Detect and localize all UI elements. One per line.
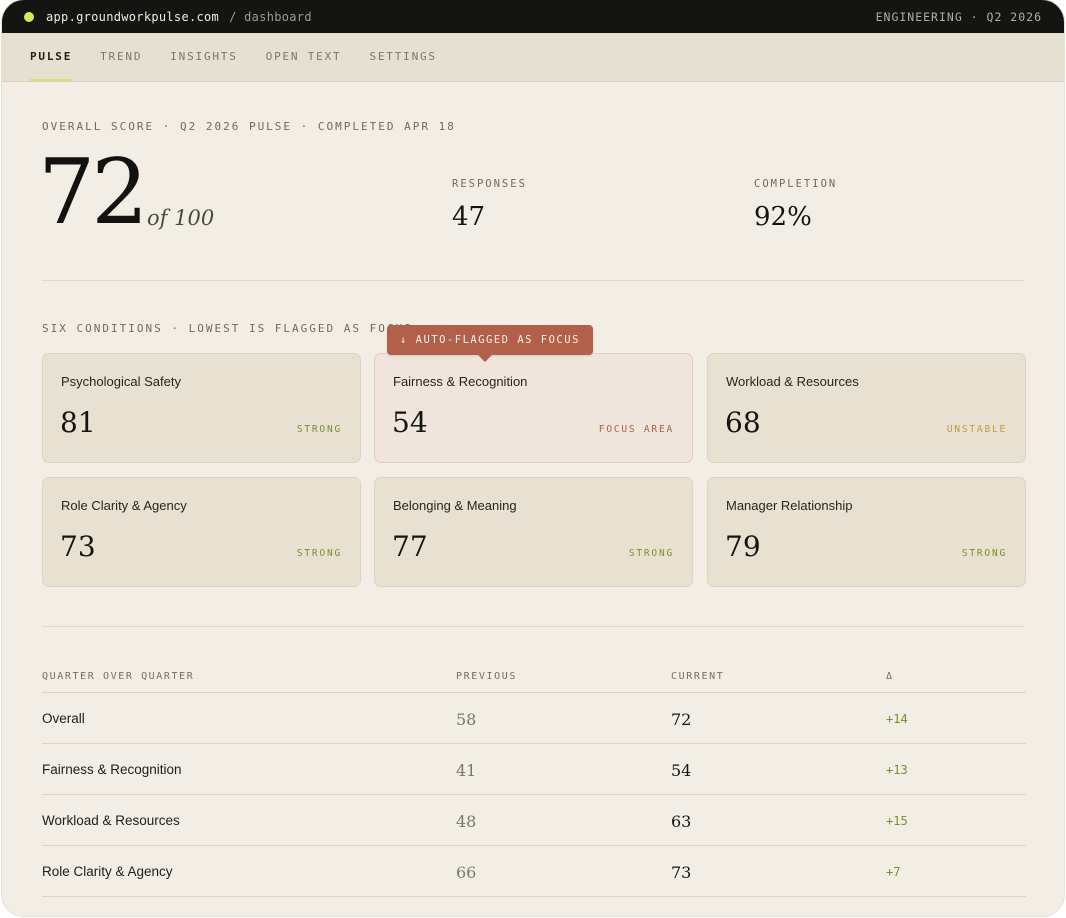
condition-score: 79 bbox=[725, 530, 761, 563]
section-divider bbox=[42, 626, 1024, 627]
completion-label: COMPLETION bbox=[754, 178, 838, 190]
row-current: 63 bbox=[671, 812, 692, 831]
row-delta: +13 bbox=[886, 763, 908, 777]
row-current: 73 bbox=[671, 863, 692, 882]
tab-settings[interactable]: SETTINGS bbox=[369, 50, 436, 81]
table-row: Overall 58 72 +14 bbox=[42, 693, 1026, 744]
conditions-label: SIX CONDITIONS · LOWEST IS FLAGGED AS FO… bbox=[42, 322, 413, 335]
overall-score: 72 bbox=[38, 140, 149, 245]
url-text[interactable]: app.groundworkpulse.com bbox=[46, 10, 219, 24]
condition-name: Psychological Safety bbox=[61, 374, 181, 389]
table-header: QUARTER OVER QUARTER PREVIOUS CURRENT Δ bbox=[42, 660, 1026, 693]
quarter-over-quarter-table: QUARTER OVER QUARTER PREVIOUS CURRENT Δ … bbox=[42, 660, 1026, 897]
row-label: Role Clarity & Agency bbox=[42, 864, 173, 879]
status-badge: FOCUS AREA bbox=[598, 424, 674, 435]
condition-score: 81 bbox=[60, 406, 96, 439]
table-row: Role Clarity & Agency 66 73 +7 bbox=[42, 846, 1026, 897]
overall-score-label: OVERALL SCORE · Q2 2026 PULSE · COMPLETE… bbox=[42, 120, 456, 133]
breadcrumb: / dashboard bbox=[229, 9, 312, 24]
table-row: Fairness & Recognition 41 54 +13 bbox=[42, 744, 1026, 795]
row-previous: 41 bbox=[456, 761, 477, 780]
status-badge: STRONG bbox=[296, 548, 342, 559]
condition-score: 68 bbox=[725, 406, 761, 439]
row-current: 54 bbox=[671, 761, 692, 780]
condition-score: 54 bbox=[392, 406, 428, 439]
condition-score: 73 bbox=[60, 530, 96, 563]
condition-score: 77 bbox=[392, 530, 428, 563]
condition-card-role-clarity-agency[interactable]: Role Clarity & Agency 73 STRONG bbox=[42, 477, 361, 587]
row-delta: +15 bbox=[886, 814, 908, 828]
column-header-delta: Δ bbox=[886, 671, 894, 682]
row-previous: 66 bbox=[456, 863, 477, 882]
status-badge: STRONG bbox=[296, 424, 342, 435]
row-delta: +7 bbox=[886, 865, 901, 879]
responses-label: RESPONSES bbox=[452, 178, 527, 190]
tab-open-text[interactable]: OPEN TEXT bbox=[266, 50, 342, 81]
row-delta: +14 bbox=[886, 712, 908, 726]
status-badge: STRONG bbox=[628, 548, 674, 559]
condition-card-fairness-recognition[interactable]: Fairness & Recognition 54 FOCUS AREA bbox=[374, 353, 693, 463]
row-current: 72 bbox=[671, 710, 692, 729]
status-dot-icon bbox=[24, 11, 34, 22]
condition-name: Manager Relationship bbox=[726, 498, 853, 513]
title-bar: app.groundworkpulse.com / dashboard ENGI… bbox=[2, 0, 1064, 33]
condition-name: Fairness & Recognition bbox=[393, 374, 528, 389]
app-window: app.groundworkpulse.com / dashboard ENGI… bbox=[2, 0, 1064, 916]
column-header-current: CURRENT bbox=[671, 671, 725, 682]
condition-card-belonging-meaning[interactable]: Belonging & Meaning 77 STRONG bbox=[374, 477, 693, 587]
tab-trend[interactable]: TREND bbox=[100, 50, 142, 81]
condition-name: Role Clarity & Agency bbox=[61, 498, 187, 513]
tab-pulse[interactable]: PULSE bbox=[30, 50, 73, 81]
condition-name: Belonging & Meaning bbox=[393, 498, 517, 513]
completion-value: 92% bbox=[754, 202, 812, 232]
table-row: Workload & Resources 48 63 +15 bbox=[42, 795, 1026, 846]
column-header-quarter: QUARTER OVER QUARTER bbox=[42, 671, 195, 682]
row-previous: 58 bbox=[456, 710, 477, 729]
status-badge: STRONG bbox=[961, 548, 1007, 559]
tab-insights[interactable]: INSIGHTS bbox=[170, 50, 237, 81]
team-quarter-label: ENGINEERING · Q2 2026 bbox=[875, 9, 1042, 24]
condition-card-workload-resources[interactable]: Workload & Resources 68 UNSTABLE bbox=[707, 353, 1026, 463]
auto-flagged-focus-tooltip: ↓ AUTO-FLAGGED AS FOCUS bbox=[387, 325, 593, 362]
row-label: Workload & Resources bbox=[42, 813, 180, 828]
overall-score-suffix: of 100 bbox=[147, 206, 215, 230]
condition-name: Workload & Resources bbox=[726, 374, 859, 389]
condition-card-manager-relationship[interactable]: Manager Relationship 79 STRONG bbox=[707, 477, 1026, 587]
row-previous: 48 bbox=[456, 812, 477, 831]
row-label: Overall bbox=[42, 711, 85, 726]
column-header-previous: PREVIOUS bbox=[456, 671, 517, 682]
status-badge: UNSTABLE bbox=[946, 424, 1007, 435]
section-divider bbox=[42, 280, 1024, 281]
tab-bar: PULSE TREND INSIGHTS OPEN TEXT SETTINGS bbox=[2, 33, 1064, 82]
condition-card-psychological-safety[interactable]: Psychological Safety 81 STRONG bbox=[42, 353, 361, 463]
completion-stat: COMPLETION 92% bbox=[754, 178, 837, 232]
responses-value: 47 bbox=[452, 202, 486, 232]
responses-stat: RESPONSES 47 bbox=[452, 178, 527, 232]
row-label: Fairness & Recognition bbox=[42, 762, 182, 777]
